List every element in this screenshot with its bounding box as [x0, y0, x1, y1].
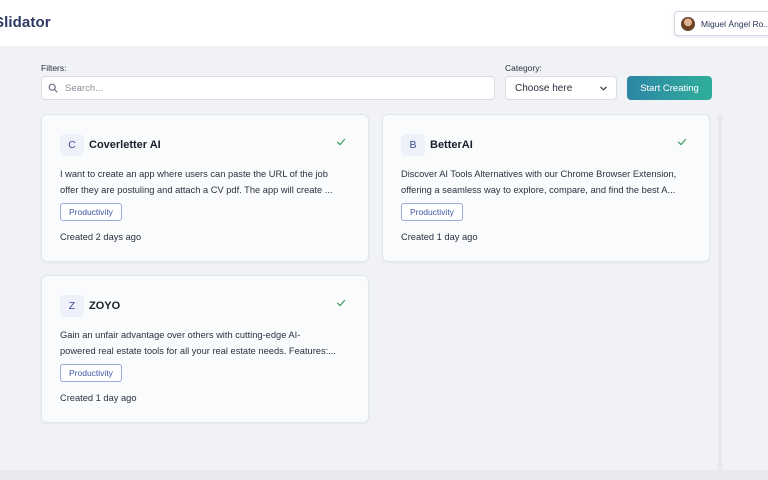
card-title[interactable]: BetterAI — [430, 139, 473, 151]
app-card-coverletter[interactable]: C Coverletter AI I want to create an app… — [41, 114, 369, 262]
category-select-value: Choose here — [515, 82, 573, 94]
card-initial: B — [401, 134, 425, 156]
top-bar: Slidator Miguel Ángel Ro... — [0, 0, 768, 46]
search-input[interactable] — [65, 82, 485, 94]
avatar — [681, 16, 695, 31]
category-select[interactable]: Choose here — [505, 76, 617, 100]
card-description: I want to create an app where users can … — [60, 166, 354, 198]
card-initial: C — [60, 134, 84, 156]
check-icon — [336, 299, 346, 307]
check-icon — [336, 138, 346, 146]
user-name: Miguel Ángel Ro... — [701, 18, 768, 29]
card-description: Gain an unfair advantage over others wit… — [60, 327, 354, 359]
category-badge[interactable]: Productivity — [60, 364, 122, 382]
scrollbar[interactable] — [718, 114, 722, 470]
category-label: Category: — [505, 63, 542, 73]
card-description: Discover AI Tools Alternatives with our … — [401, 166, 695, 198]
check-icon — [677, 138, 687, 146]
card-description-line: Gain an unfair advantage over others wit… — [60, 330, 301, 340]
start-creating-button[interactable]: Start Creating — [627, 76, 712, 100]
category-badge[interactable]: Productivity — [401, 203, 463, 221]
search-icon — [48, 83, 58, 93]
card-title[interactable]: ZOYO — [89, 300, 120, 312]
card-description-line: powered real estate tools for all your r… — [60, 346, 336, 356]
card-description-line: offer they are postuling and attach a CV… — [60, 185, 333, 195]
app-logo-text[interactable]: Slidator — [0, 14, 51, 31]
card-description-line: Discover AI Tools Alternatives with our … — [401, 169, 677, 179]
created-date: Created 1 day ago — [401, 232, 478, 242]
chevron-down-icon — [600, 86, 607, 90]
card-description-line: offering a seamless way to explore, comp… — [401, 185, 676, 195]
search-box[interactable] — [41, 76, 495, 100]
app-card-betterai[interactable]: B BetterAI Discover AI Tools Alternative… — [382, 114, 710, 262]
card-title[interactable]: Coverletter AI — [89, 139, 161, 151]
card-description-line: I want to create an app where users can … — [60, 169, 328, 179]
user-menu-button[interactable]: Miguel Ángel Ro... — [674, 11, 768, 36]
filters-label: Filters: — [41, 63, 67, 73]
created-date: Created 2 days ago — [60, 232, 142, 242]
created-date: Created 1 day ago — [60, 393, 137, 403]
footer-strip — [0, 470, 768, 480]
category-badge[interactable]: Productivity — [60, 203, 122, 221]
card-initial: Z — [60, 295, 84, 317]
app-card-zoyo[interactable]: Z ZOYO Gain an unfair advantage over oth… — [41, 275, 369, 423]
